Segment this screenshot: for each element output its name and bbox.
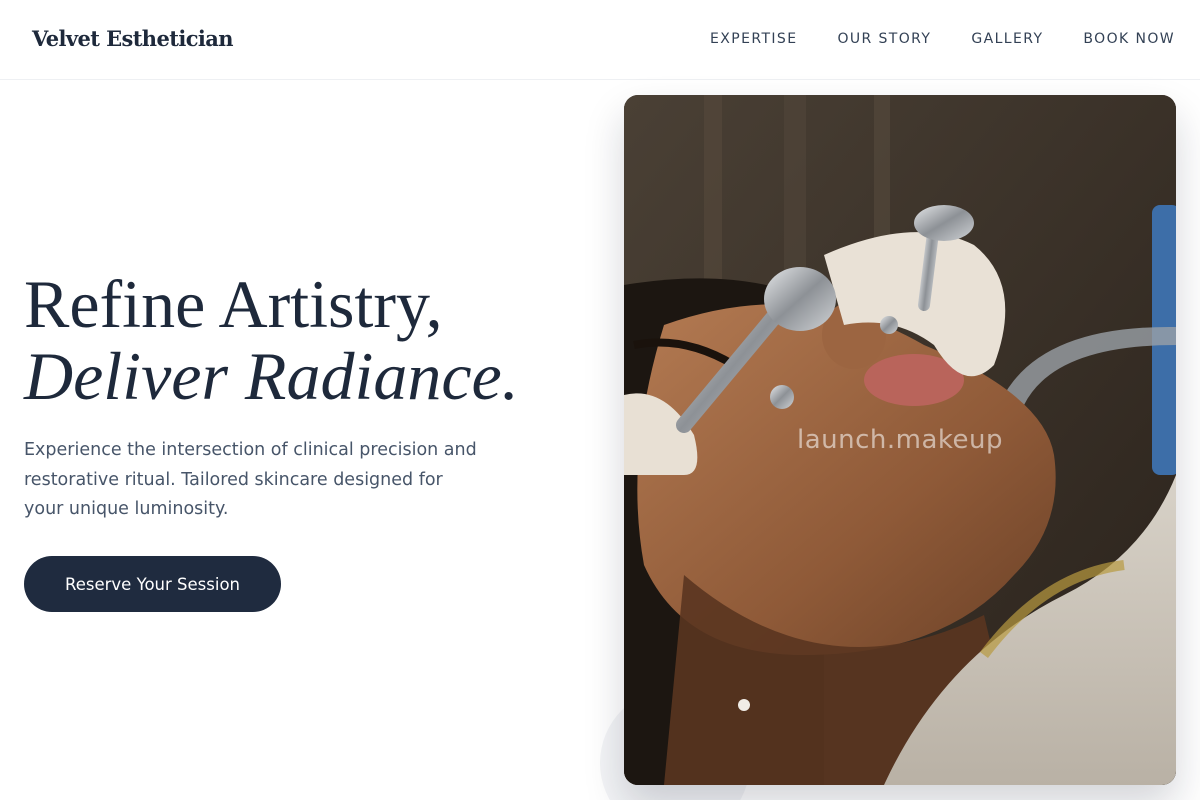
main-nav: EXPERTISE OUR STORY GALLERY BOOK NOW xyxy=(710,31,1175,47)
hero-headline-line2: Deliver Radiance. xyxy=(24,338,519,414)
image-watermark: launch.makeup xyxy=(796,425,1004,455)
hero-image-facial-treatment: launch.makeup xyxy=(624,95,1176,785)
reserve-session-button[interactable]: Reserve Your Session xyxy=(24,556,281,612)
brand-logo[interactable]: Velvet Esthetician xyxy=(32,26,234,51)
site-header: Velvet Esthetician EXPERTISE OUR STORY G… xyxy=(0,0,1200,80)
hero-subtext: Experience the intersection of clinical … xyxy=(24,440,477,519)
nav-link-expertise[interactable]: EXPERTISE xyxy=(710,31,797,47)
hero-headline-line1: Refine Artistry, xyxy=(24,266,443,342)
nav-link-our-story[interactable]: OUR STORY xyxy=(837,31,931,47)
nav-link-book-now[interactable]: BOOK NOW xyxy=(1083,31,1175,47)
nav-link-gallery[interactable]: GALLERY xyxy=(971,31,1043,47)
hero-headline: Refine Artistry, Deliver Radiance. xyxy=(24,268,604,412)
